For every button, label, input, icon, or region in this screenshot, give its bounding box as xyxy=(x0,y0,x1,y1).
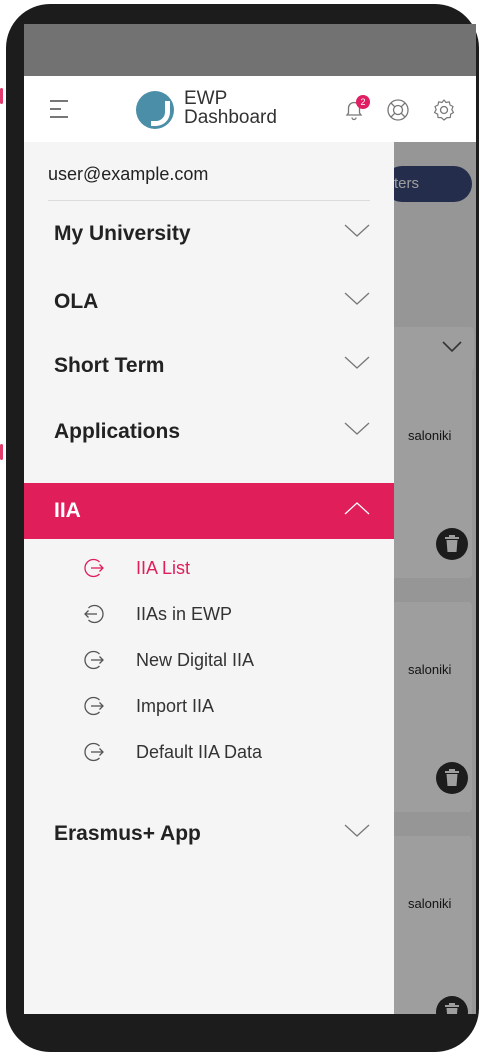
ewp-logo-icon xyxy=(136,91,174,129)
chevron-down-icon xyxy=(344,356,370,369)
submenu-item-new-digital-iia[interactable]: New Digital IIA xyxy=(24,640,394,680)
menu-item-erasmus-app[interactable]: Erasmus+ App xyxy=(24,806,394,862)
menu-item-label: Applications xyxy=(54,420,181,443)
settings-button[interactable] xyxy=(432,98,456,122)
menu-item-label: Short Term xyxy=(54,354,165,377)
chevron-down-icon xyxy=(344,824,370,837)
menu-item-ola[interactable]: OLA xyxy=(24,274,394,330)
lifebuoy-icon xyxy=(387,99,409,121)
divider xyxy=(48,200,370,201)
hamburger-menu-icon[interactable] xyxy=(50,98,68,120)
menu-item-label: OLA xyxy=(54,290,99,313)
menu-item-short-term[interactable]: Short Term xyxy=(24,338,394,394)
menu-item-my-university[interactable]: My University xyxy=(24,206,394,262)
menu-item-iia[interactable]: IIA xyxy=(24,483,394,539)
submenu-item-iia-list[interactable]: IIA List xyxy=(24,548,394,588)
submenu-item-label: New Digital IIA xyxy=(136,650,255,670)
app-title: EWP Dashboard xyxy=(184,89,277,127)
arrow-right-circle-icon xyxy=(84,650,104,670)
notifications-button[interactable]: 2 xyxy=(342,95,370,122)
side-marker xyxy=(0,444,3,460)
gear-icon xyxy=(433,99,455,121)
menu-item-applications[interactable]: Applications xyxy=(24,404,394,460)
notification-badge: 2 xyxy=(356,95,370,109)
arrow-right-circle-icon xyxy=(84,742,104,762)
chevron-down-icon xyxy=(344,422,370,435)
submenu-item-import-iia[interactable]: Import IIA xyxy=(24,686,394,726)
menu-item-label: IIA xyxy=(54,499,81,522)
help-button[interactable] xyxy=(386,98,410,122)
app-title-line1: EWP xyxy=(184,88,228,109)
device-frame: ters saloniki saloniki saloniki EWP Dash… xyxy=(0,0,483,1056)
submenu-item-default-iia-data[interactable]: Default IIA Data xyxy=(24,732,394,772)
chevron-up-icon xyxy=(344,502,370,515)
screen: ters saloniki saloniki saloniki EWP Dash… xyxy=(24,24,476,1014)
side-marker xyxy=(0,88,3,104)
user-email: user@example.com xyxy=(48,164,209,184)
menu-item-label: My University xyxy=(54,222,191,245)
submenu-item-label: Default IIA Data xyxy=(136,742,263,762)
arrow-left-circle-icon xyxy=(84,604,104,624)
submenu-item-label: IIA List xyxy=(136,558,191,578)
menu-item-label: Erasmus+ App xyxy=(54,822,201,845)
arrow-right-circle-icon xyxy=(84,696,104,716)
submenu-item-iias-in-ewp[interactable]: IIAs in EWP xyxy=(24,594,394,634)
submenu-item-label: Import IIA xyxy=(136,696,215,716)
app-header: EWP Dashboard 2 xyxy=(24,76,476,142)
chevron-down-icon xyxy=(344,224,370,237)
chevron-down-icon xyxy=(344,292,370,305)
submenu-item-label: IIAs in EWP xyxy=(136,604,233,624)
navigation-drawer: user@example.com My University OLA Short… xyxy=(24,142,394,1014)
arrow-right-circle-icon xyxy=(84,558,104,578)
app-title-line2: Dashboard xyxy=(184,107,277,128)
